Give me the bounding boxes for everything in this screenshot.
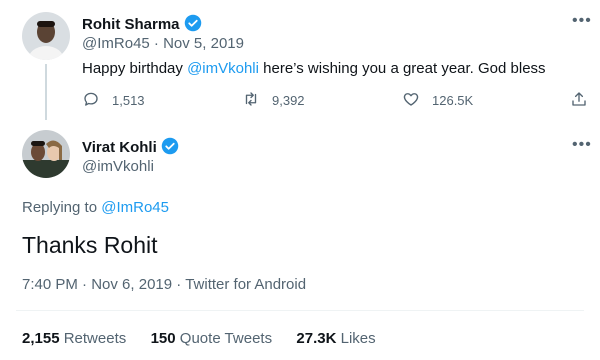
quote-tweets-stat[interactable]: 150 Quote Tweets (151, 330, 272, 347)
heart-icon (402, 90, 420, 111)
more-icon[interactable]: ••• (572, 12, 592, 30)
author-handle[interactable]: @imVkohli (82, 158, 154, 175)
avatar-virat[interactable] (22, 130, 70, 178)
reply-button[interactable]: 1,513 (82, 90, 145, 111)
tweet-source[interactable]: Twitter for Android (185, 276, 306, 293)
separator: · (176, 276, 182, 293)
mention-link[interactable]: @imVkohli (187, 60, 259, 77)
reply-icon (82, 90, 100, 111)
tweet-text-end: here’s wishing you a great year. God ble… (258, 60, 546, 77)
like-count: 126.5K (432, 93, 474, 108)
tweet-meta: 7:40 PM · Nov 6, 2019 · Twitter for Andr… (22, 276, 306, 293)
retweet-count: 9,392 (272, 93, 305, 108)
author-name[interactable]: Rohit Sharma (82, 16, 180, 33)
share-button[interactable] (570, 90, 588, 111)
retweets-count: 2,155 (22, 330, 60, 347)
main-header: Virat Kohli (82, 137, 179, 157)
avatar-rohit[interactable] (22, 12, 70, 60)
share-icon (570, 90, 588, 111)
like-button[interactable]: 126.5K (402, 90, 473, 111)
more-icon[interactable]: ••• (572, 136, 592, 154)
likes-count: 27.3K (296, 330, 337, 347)
parent-handle-row: @ImRo45 · Nov 5, 2019 (82, 35, 244, 52)
engagement-stats: 2,155 Retweets 150 Quote Tweets 27.3K Li… (22, 330, 376, 347)
retweet-icon (242, 90, 260, 111)
likes-stat[interactable]: 27.3K Likes (296, 330, 375, 347)
retweets-label: Retweets (63, 330, 127, 347)
quote-label: Quote Tweets (179, 330, 273, 347)
verified-badge-icon (184, 14, 202, 32)
retweets-stat[interactable]: 2,155 Retweets (22, 330, 126, 347)
replying-prefix: Replying to (22, 199, 102, 216)
reply-count: 1,513 (112, 93, 145, 108)
tweet-time[interactable]: 7:40 PM (22, 276, 78, 293)
retweet-button[interactable]: 9,392 (242, 90, 305, 111)
replying-to: Replying to @ImRo45 (22, 199, 169, 216)
tweet-text-start: Happy birthday (82, 60, 188, 77)
divider (16, 310, 584, 311)
verified-badge-icon (161, 137, 179, 155)
quote-count: 150 (150, 330, 176, 347)
parent-header: Rohit Sharma (82, 14, 202, 34)
author-handle[interactable]: @ImRo45 (82, 35, 150, 52)
author-name[interactable]: Virat Kohli (82, 139, 157, 156)
separator: · (82, 276, 88, 293)
replying-handle-link[interactable]: @ImRo45 (101, 199, 169, 216)
thread-line (45, 64, 47, 120)
likes-label: Likes (340, 330, 376, 347)
tweet-date[interactable]: Nov 6, 2019 (91, 276, 172, 293)
parent-tweet-text: Happy birthday @imVkohli here’s wishing … (82, 60, 546, 77)
separator: · (153, 35, 159, 52)
main-tweet-text: Thanks Rohit (22, 232, 158, 258)
tweet-date[interactable]: Nov 5, 2019 (163, 35, 244, 52)
